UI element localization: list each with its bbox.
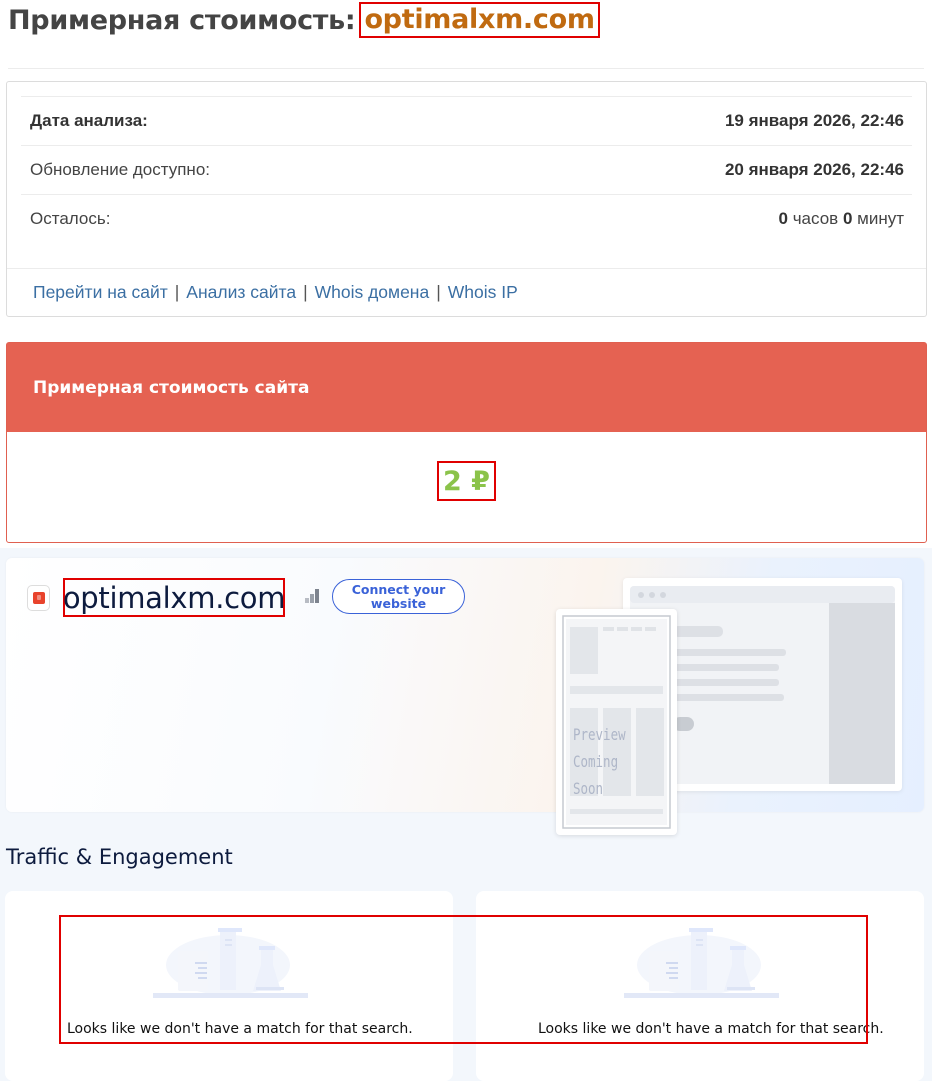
remaining-hours-unit: часов — [792, 209, 839, 228]
update-available-row: Обновление доступно: 20 января 2026, 22:… — [21, 145, 912, 194]
traffic-card-right — [476, 891, 924, 1081]
analysis-date-row: Дата анализа: 19 января 2026, 22:46 — [21, 96, 912, 145]
analysis-date-value: 19 января 2026, 22:46 — [724, 111, 904, 130]
link-go-to-site[interactable]: Перейти на сайт — [33, 282, 168, 303]
page-title-domain: optimalxm.com — [359, 2, 600, 38]
link-whois-ip[interactable]: Whois IP — [448, 282, 518, 303]
remaining-minutes: 0 — [842, 209, 853, 228]
update-available-label: Обновление доступно: — [30, 160, 211, 179]
traffic-empty-message-right: Looks like we don't have a match for tha… — [538, 1021, 884, 1037]
remaining-label: Осталось: — [30, 209, 111, 228]
site-value-heading: Примерная стоимость сайта — [7, 343, 926, 432]
site-links: Перейти на сайт | Анализ сайта | Whois д… — [7, 268, 926, 316]
preview-text-line1: Preview — [573, 725, 626, 744]
site-value-body: 2 ₽ — [7, 432, 926, 542]
page-title: Примерная стоимость: optimalxm.com — [8, 2, 600, 38]
link-separator: | — [174, 282, 180, 302]
link-site-analysis[interactable]: Анализ сайта — [186, 282, 296, 303]
link-whois-domain[interactable]: Whois домена — [315, 282, 430, 303]
mobile-preview-mockup: Preview Coming Soon — [556, 609, 677, 835]
site-value-amount: 2 ₽ — [437, 461, 496, 501]
page-title-prefix: Примерная стоимость: — [8, 4, 356, 36]
hero-domain-name: optimalxm.com — [63, 578, 285, 617]
remaining-row: Осталось: 0 часов 0 минут — [21, 194, 912, 243]
title-divider — [8, 68, 924, 69]
preview-text-line2: Coming Soon — [573, 752, 619, 798]
remaining-value: 0 часов 0 минут — [779, 209, 905, 229]
link-separator: | — [436, 282, 441, 302]
empty-search-illustration — [153, 928, 308, 998]
analysis-date-label: Дата анализа: — [30, 111, 148, 130]
traffic-card-left — [5, 891, 453, 1081]
site-value-card: Примерная стоимость сайта 2 ₽ — [6, 342, 927, 543]
traffic-empty-message-left: Looks like we don't have a match for tha… — [67, 1021, 413, 1037]
remaining-minutes-unit: минут — [857, 209, 904, 228]
empty-search-illustration — [624, 928, 779, 998]
site-favicon-icon — [27, 585, 50, 611]
connect-website-button[interactable]: Connect your website — [332, 579, 465, 614]
preview-coming-soon-text: Preview Coming Soon — [573, 721, 654, 802]
traffic-engagement-title: Traffic & Engagement — [6, 845, 233, 869]
rank-bars-icon — [305, 589, 319, 603]
remaining-hours: 0 — [778, 209, 788, 228]
link-separator: | — [303, 282, 308, 302]
analysis-info-card: Дата анализа: 19 января 2026, 22:46 Обно… — [6, 81, 927, 317]
update-available-value: 20 января 2026, 22:46 — [724, 160, 904, 179]
